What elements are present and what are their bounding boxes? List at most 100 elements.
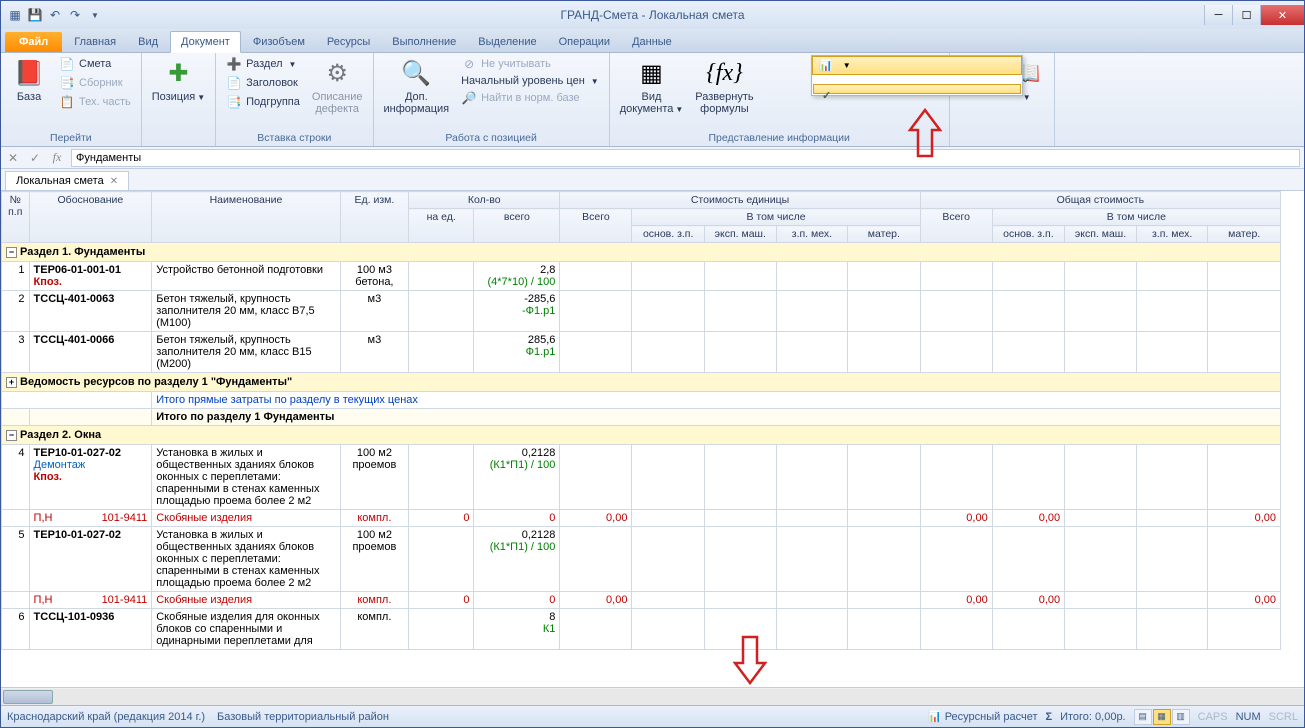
annotation-arrow-down bbox=[730, 635, 770, 688]
col-name: Наименование bbox=[152, 192, 341, 243]
qat-app-icon[interactable]: ▦ bbox=[7, 7, 23, 23]
status-caps: CAPS bbox=[1198, 711, 1228, 723]
calc-method-button[interactable]: 📊 ▼ bbox=[812, 56, 1022, 75]
collapse-icon[interactable]: − bbox=[6, 247, 17, 258]
status-sum[interactable]: Σ bbox=[1045, 711, 1052, 723]
estimate-icon: 📄 bbox=[59, 56, 75, 72]
table-row[interactable]: П,Н101-9411 Скобяные изделия компл. 0 0 … bbox=[2, 592, 1281, 609]
close-doc-icon[interactable]: ✕ bbox=[110, 176, 118, 187]
calc-method-dropdown: 📊 ▼ bbox=[811, 55, 1023, 96]
ignore-button: ⊘Не учитывать bbox=[457, 55, 603, 73]
tab-selection[interactable]: Выделение bbox=[468, 32, 546, 52]
file-tab[interactable]: Файл bbox=[5, 32, 62, 52]
subtotal-1: Итого по разделу 1 Фундаменты bbox=[152, 409, 1281, 426]
table-row[interactable]: 5 ТЕР10-01-027-02 Установка в жилых и об… bbox=[2, 527, 1281, 592]
defect-icon: ⚙ bbox=[321, 57, 353, 89]
ignore-icon: ⊘ bbox=[461, 56, 477, 72]
subgroup-button[interactable]: 📑Подгруппа bbox=[222, 93, 304, 111]
scrollbar-thumb[interactable] bbox=[3, 690, 53, 704]
table-row[interactable]: 3 ТССЦ-401-0066 Бетон тяжелый, крупность… bbox=[2, 332, 1281, 373]
header-button[interactable]: 📄Заголовок bbox=[222, 74, 304, 92]
table-row[interactable]: 2 ТССЦ-401-0063 Бетон тяжелый, крупность… bbox=[2, 291, 1281, 332]
expand-formulas-button[interactable]: {fx} Развернуть формулы bbox=[691, 55, 757, 117]
table-row[interactable]: 1 ТЕР06-01-001-01Кпоз. Устройство бетонн… bbox=[2, 262, 1281, 291]
annotation-arrow-up bbox=[905, 108, 945, 161]
estimate-button[interactable]: 📄Смета bbox=[55, 55, 135, 73]
formula-input[interactable] bbox=[71, 149, 1300, 167]
subgroup-icon: 📑 bbox=[226, 94, 242, 110]
expand-icon[interactable]: + bbox=[6, 377, 17, 388]
table-row[interactable]: 4 ТЕР10-01-027-02ДемонтажКпоз. Установка… bbox=[2, 445, 1281, 510]
present-group-label: Представление информации bbox=[616, 131, 943, 146]
status-total: Итого: 0,00р. bbox=[1060, 711, 1126, 723]
tab-operations[interactable]: Операции bbox=[549, 32, 620, 52]
tab-data[interactable]: Данные bbox=[622, 32, 682, 52]
fb-accept-icon[interactable]: ✓ bbox=[27, 150, 43, 166]
doc-group-label bbox=[956, 143, 1048, 146]
position-group-label bbox=[148, 131, 209, 146]
collection-icon: 📑 bbox=[59, 75, 75, 91]
section-button[interactable]: ➕Раздел▼ bbox=[222, 55, 304, 73]
calc-option-base-index[interactable] bbox=[812, 75, 1022, 83]
view-mode-2[interactable]: ▦ bbox=[1153, 709, 1171, 725]
status-district: Базовый территориальный район bbox=[217, 711, 389, 723]
qat-save-icon[interactable]: 💾 bbox=[27, 7, 43, 23]
tab-document[interactable]: Документ bbox=[170, 31, 241, 53]
table-row[interactable]: П,Н101-9411 Скобяные изделия компл. 0 0 … bbox=[2, 510, 1281, 527]
tab-physvolume[interactable]: Физобъем bbox=[243, 32, 315, 52]
horizontal-scrollbar[interactable] bbox=[1, 687, 1304, 705]
col-unitcost: Стоимость единицы bbox=[560, 192, 920, 209]
grid-area[interactable]: № п.п Обоснование Наименование Ед. изм. … bbox=[1, 191, 1304, 687]
tech-icon: 📋 bbox=[59, 94, 75, 110]
status-calc-mode[interactable]: 📊Ресурсный расчет bbox=[928, 710, 1037, 723]
status-region: Краснодарский край (редакция 2014 г.) bbox=[7, 711, 205, 723]
statusbar: Краснодарский край (редакция 2014 г.) Ба… bbox=[1, 705, 1304, 727]
col-totalcost: Общая стоимость bbox=[920, 192, 1280, 209]
magnifier-icon: 🔍 bbox=[400, 57, 432, 89]
qat-redo-icon[interactable]: ↷ bbox=[67, 7, 83, 23]
maximize-button[interactable]: ☐ bbox=[1232, 5, 1260, 25]
goto-group-label: Перейти bbox=[7, 131, 135, 146]
tab-resources[interactable]: Ресурсы bbox=[317, 32, 380, 52]
section-1[interactable]: −Раздел 1. Фундаменты bbox=[2, 243, 1281, 262]
find-button: 🔎Найти в норм. базе bbox=[457, 89, 603, 107]
tab-execution[interactable]: Выполнение bbox=[382, 32, 466, 52]
tab-main[interactable]: Главная bbox=[64, 32, 126, 52]
extrainfo-button[interactable]: 🔍 Доп. информация bbox=[380, 55, 454, 117]
col-code: Обоснование bbox=[29, 192, 152, 243]
close-button[interactable]: ✕ bbox=[1260, 5, 1304, 25]
docview-button[interactable]: ▦ Вид документа▼ bbox=[616, 55, 688, 117]
section-2[interactable]: −Раздел 2. Окна bbox=[2, 426, 1281, 445]
tab-view[interactable]: Вид bbox=[128, 32, 168, 52]
table-row[interactable]: 6 ТССЦ-101-0936 Скобяные изделия для око… bbox=[2, 609, 1281, 650]
resources-list[interactable]: +Ведомость ресурсов по разделу 1 "Фундам… bbox=[2, 373, 1281, 392]
grid-icon: ▦ bbox=[636, 57, 668, 89]
plus-icon: ✚ bbox=[162, 57, 194, 89]
fb-fx-icon[interactable]: fx bbox=[49, 150, 65, 166]
view-mode-1[interactable]: ▤ bbox=[1134, 709, 1152, 725]
base-button[interactable]: 📕 База bbox=[7, 55, 51, 105]
link-direct-costs[interactable]: Итого прямые затраты по разделу в текущи… bbox=[152, 392, 1281, 409]
base-icon: 📕 bbox=[13, 57, 45, 89]
ribbon-tabbar: Файл Главная Вид Документ Физобъем Ресур… bbox=[1, 29, 1304, 53]
collapse-icon[interactable]: − bbox=[6, 430, 17, 441]
qat-undo-icon[interactable]: ↶ bbox=[47, 7, 63, 23]
formula-bar: ✕ ✓ fx bbox=[1, 147, 1304, 169]
doc-tab-local[interactable]: Локальная смета ✕ bbox=[5, 171, 129, 190]
work-group-label: Работа с позицией bbox=[380, 131, 603, 146]
view-mode-3[interactable]: ▥ bbox=[1172, 709, 1190, 725]
position-button[interactable]: ✚ Позиция▼ bbox=[148, 55, 209, 105]
window-title: ГРАНД-Смета - Локальная смета bbox=[560, 8, 744, 22]
fb-cancel-icon[interactable]: ✕ bbox=[5, 150, 21, 166]
tech-button: 📋Тех. часть bbox=[55, 93, 135, 111]
insert-group-label: Вставка строки bbox=[222, 131, 366, 146]
calc-option-resource[interactable] bbox=[813, 84, 1021, 94]
status-num: NUM bbox=[1236, 711, 1261, 723]
col-num: № п.п bbox=[2, 192, 30, 243]
minimize-button[interactable]: ─ bbox=[1204, 5, 1232, 25]
document-tabs: Локальная смета ✕ bbox=[1, 169, 1304, 191]
header-icon: 📄 bbox=[226, 75, 242, 91]
defect-button[interactable]: ⚙ Описание дефекта bbox=[308, 55, 367, 117]
qat-dropdown-icon[interactable]: ▼ bbox=[87, 7, 103, 23]
level-button[interactable]: Начальный уровень цен▼ bbox=[457, 74, 603, 88]
